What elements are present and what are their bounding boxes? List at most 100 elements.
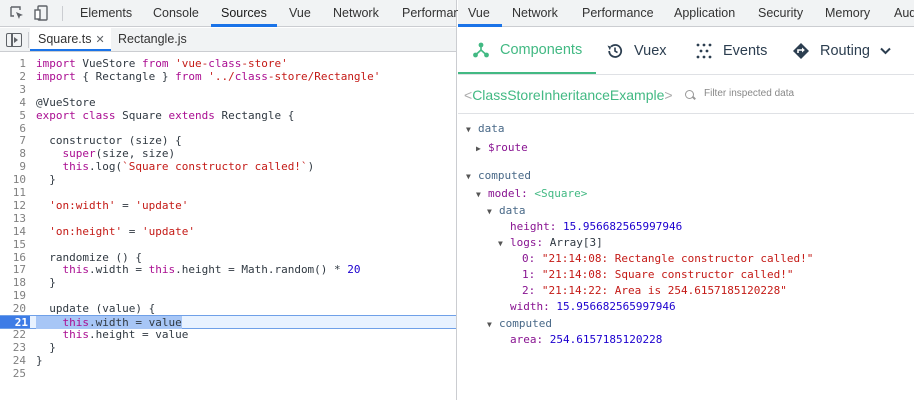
close-icon[interactable]: ✕ bbox=[96, 33, 105, 46]
code-line[interactable]: 19 bbox=[0, 289, 456, 302]
log-entry[interactable]: 0: "21:14:08: Rectangle constructor call… bbox=[522, 252, 813, 266]
code-line[interactable]: 5 export class Square extends Rectangle { bbox=[0, 109, 456, 122]
line-number[interactable]: 2 bbox=[0, 70, 28, 83]
file-tab-rectangle[interactable]: Rectangle.js bbox=[110, 28, 193, 51]
code-line[interactable]: 10 } bbox=[0, 173, 456, 186]
code-line[interactable]: 14 'on:height' = 'update' bbox=[0, 225, 456, 238]
file-tab-square[interactable]: Square.ts ✕ bbox=[30, 28, 111, 51]
tab-console[interactable]: Console bbox=[153, 6, 199, 20]
line-number[interactable]: 3 bbox=[0, 83, 28, 96]
line-number[interactable]: 7 bbox=[0, 134, 28, 147]
line-number[interactable]: 16 bbox=[0, 251, 28, 264]
navigator-toggle-icon[interactable] bbox=[6, 33, 22, 47]
line-number[interactable]: 22 bbox=[0, 328, 28, 341]
code-line[interactable]: 1 import VueStore from 'vue-class-store' bbox=[0, 57, 456, 70]
line-text: } bbox=[36, 276, 56, 290]
model-computed-row[interactable]: ▼ computed bbox=[487, 317, 552, 331]
tab-network[interactable]: Network bbox=[512, 6, 558, 20]
line-number[interactable]: 24 bbox=[0, 354, 28, 367]
tab-network[interactable]: Network bbox=[333, 6, 379, 20]
line-number[interactable]: 12 bbox=[0, 199, 28, 212]
line-number[interactable]: 6 bbox=[0, 122, 28, 135]
model-data-row[interactable]: ▼ data bbox=[487, 204, 526, 218]
line-number[interactable]: 9 bbox=[0, 160, 28, 173]
tab-vuex[interactable]: Vuex bbox=[606, 28, 667, 74]
line-number[interactable]: 1 bbox=[0, 57, 28, 70]
code-line[interactable]: 17 this.width = this.height = Math.rando… bbox=[0, 263, 456, 276]
log-index: 2: bbox=[522, 284, 536, 297]
code-line[interactable]: 20 update (value) { bbox=[0, 302, 456, 315]
area-value: 254.6157185120228 bbox=[549, 333, 663, 346]
line-number[interactable]: 5 bbox=[0, 109, 28, 122]
line-number[interactable]: 21 bbox=[0, 316, 30, 329]
device-toolbar-icon[interactable] bbox=[34, 5, 50, 21]
line-number[interactable]: 23 bbox=[0, 341, 28, 354]
tab-performance[interactable]: Performan bbox=[402, 6, 460, 20]
code-editor[interactable]: 1 import VueStore from 'vue-class-store' 2… bbox=[0, 53, 456, 400]
line-number[interactable]: 17 bbox=[0, 263, 28, 276]
code-line[interactable]: 4 @VueStore bbox=[0, 96, 456, 109]
code-line[interactable]: 11 bbox=[0, 186, 456, 199]
code-line[interactable]: 23 } bbox=[0, 341, 456, 354]
code-line[interactable]: 3 bbox=[0, 83, 456, 96]
route-row[interactable]: ▶ $route bbox=[476, 141, 528, 155]
code-line[interactable]: 15 bbox=[0, 238, 456, 251]
line-number[interactable]: 25 bbox=[0, 367, 28, 380]
tab-elements[interactable]: Elements bbox=[80, 6, 132, 20]
log-entry[interactable]: 2: "21:14:22: Area is 254.6157185120228" bbox=[522, 284, 787, 298]
logs-type: Array[3] bbox=[549, 236, 603, 249]
line-number[interactable]: 15 bbox=[0, 238, 28, 251]
line-text: super(size, size) bbox=[62, 147, 176, 161]
route-key: $route bbox=[488, 141, 528, 154]
code-line[interactable]: 9 this.log(`Square constructor called!`) bbox=[0, 160, 456, 173]
line-number[interactable]: 4 bbox=[0, 96, 28, 109]
tab-audits[interactable]: Aud bbox=[894, 6, 914, 20]
width-key: width: bbox=[510, 300, 550, 313]
code-line[interactable]: 7 constructor (size) { bbox=[0, 134, 456, 147]
tab-vue[interactable]: Vue bbox=[289, 6, 311, 20]
computed-section[interactable]: ▼ computed bbox=[466, 169, 531, 183]
tab-sources[interactable]: Sources bbox=[221, 6, 267, 20]
line-number[interactable]: 8 bbox=[0, 147, 28, 160]
logs-row[interactable]: ▼ logs: Array[3] bbox=[498, 236, 603, 250]
line-number[interactable]: 18 bbox=[0, 276, 28, 289]
code-line[interactable]: 13 bbox=[0, 212, 456, 225]
code-line[interactable]: 8 super(size, size) bbox=[0, 147, 456, 160]
line-number[interactable]: 20 bbox=[0, 302, 28, 315]
height-row[interactable]: height: 15.956682565997946 bbox=[510, 220, 682, 234]
section-label: data bbox=[478, 122, 505, 135]
tab-memory[interactable]: Memory bbox=[825, 6, 870, 20]
search-icon bbox=[685, 90, 694, 99]
tab-components[interactable]: Components bbox=[458, 28, 597, 74]
bracket-open: < bbox=[464, 87, 473, 103]
tab-routing[interactable]: Routing bbox=[792, 28, 891, 74]
line-number[interactable]: 10 bbox=[0, 173, 28, 186]
tab-vue[interactable]: Vue bbox=[468, 6, 490, 20]
tab-events[interactable]: Events bbox=[695, 28, 767, 74]
code-line[interactable]: 24} bbox=[0, 354, 456, 367]
inspect-element-icon[interactable] bbox=[9, 5, 25, 21]
log-value: "21:14:08: Rectangle constructor called!… bbox=[541, 252, 814, 265]
tab-application[interactable]: Application bbox=[674, 6, 735, 20]
area-row[interactable]: area: 254.6157185120228 bbox=[510, 333, 662, 347]
tab-performance[interactable]: Performance bbox=[582, 6, 654, 20]
filter-input[interactable]: Filter inspected data bbox=[704, 88, 794, 99]
model-row[interactable]: ▼ model: <Square> bbox=[476, 187, 587, 201]
chevron-down-icon[interactable] bbox=[880, 47, 891, 55]
line-number[interactable]: 13 bbox=[0, 212, 28, 225]
code-line[interactable]: 16 randomize () { bbox=[0, 251, 456, 264]
data-section[interactable]: ▼ data bbox=[466, 122, 505, 136]
code-line[interactable]: 6 bbox=[0, 122, 456, 135]
width-row[interactable]: width: 15.956682565997946 bbox=[510, 300, 676, 314]
code-line[interactable]: 12 'on:width' = 'update' bbox=[0, 199, 456, 212]
code-line[interactable]: 2 import { Rectangle } from '../class-sto… bbox=[0, 70, 456, 83]
line-number[interactable]: 19 bbox=[0, 289, 28, 302]
line-number[interactable]: 11 bbox=[0, 186, 28, 199]
log-entry[interactable]: 1: "21:14:08: Square constructor called!… bbox=[522, 268, 794, 282]
code-line[interactable]: 25 bbox=[0, 367, 456, 380]
paused-execution-line[interactable]: 21 this.width = value bbox=[0, 315, 456, 329]
code-line[interactable]: 18 } bbox=[0, 276, 456, 289]
line-number[interactable]: 14 bbox=[0, 225, 28, 238]
code-line[interactable]: 22 this.height = value bbox=[0, 328, 456, 341]
tab-security[interactable]: Security bbox=[758, 6, 803, 20]
